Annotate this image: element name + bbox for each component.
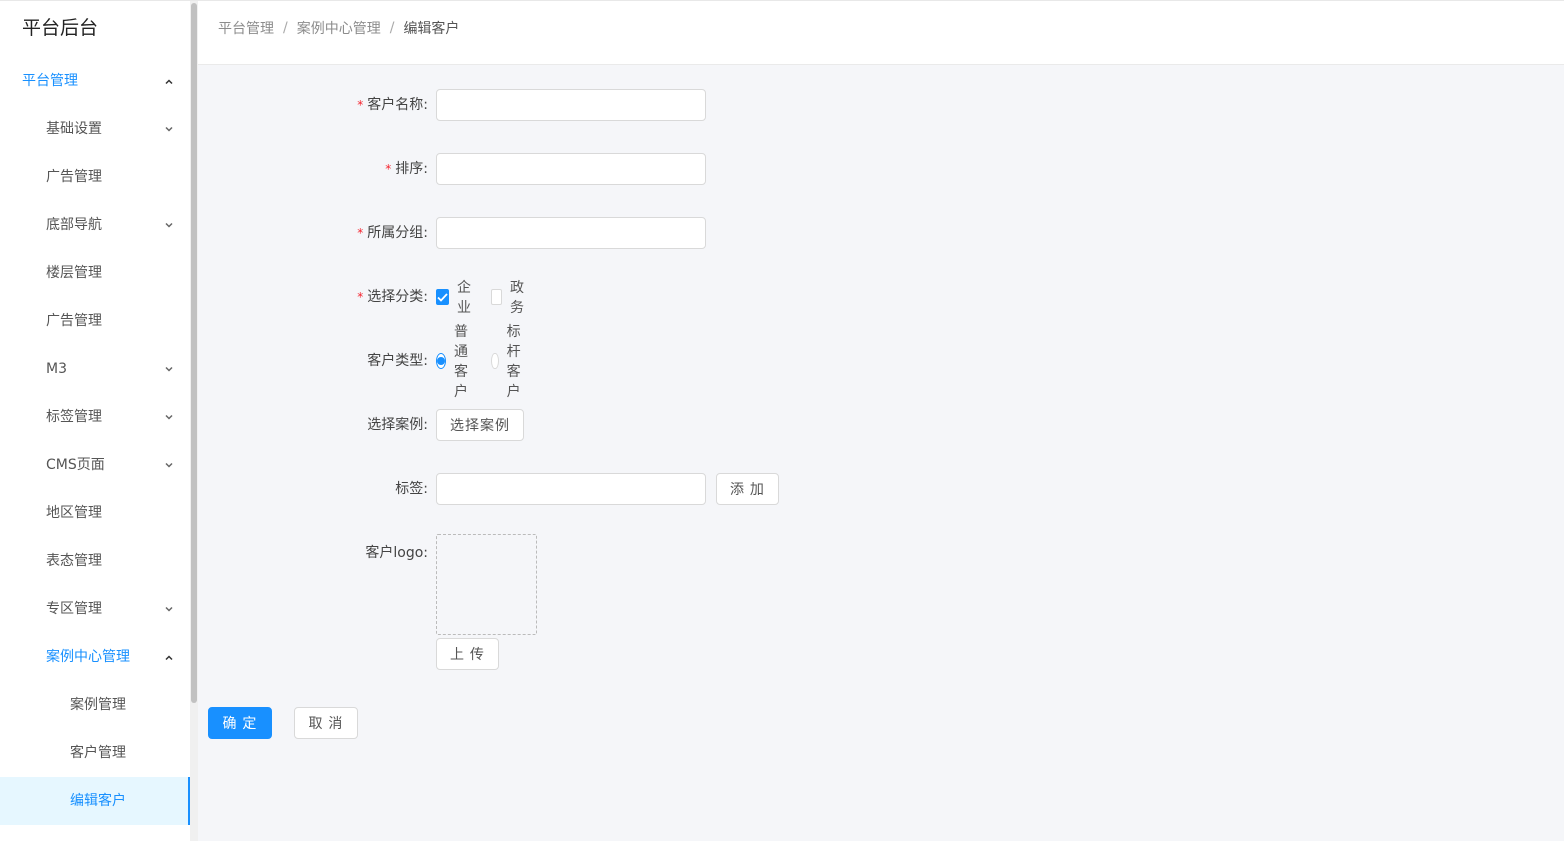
sidebar-item-label: 案例管理 [70,697,126,713]
category-option-enterprise-label[interactable]: 企业 [457,277,475,317]
cancel-button[interactable]: 取 消 [294,707,358,739]
sidebar-item-label: 广告管理 [46,169,102,185]
chevron-up-icon [164,633,174,681]
sidebar: 平台后台 平台管理 基础设置 广告管理 底部导航 楼层管理 广告管理 M3 标签管理 CMS页面… [0,0,198,841]
sidebar-item-label: 地区管理 [46,505,102,521]
sidebar-item-label: M3 [46,361,67,377]
sidebar-item-2[interactable]: 广告管理 [0,153,198,201]
sidebar-item-12[interactable]: 案例中心管理 [0,633,198,681]
sidebar-item-label: 标签管理 [46,409,102,425]
group-input[interactable] [436,217,706,249]
sidebar-item-label: 广告管理 [46,313,102,329]
breadcrumb-item-case-center[interactable]: 案例中心管理 [297,18,381,38]
chevron-up-icon [164,57,174,105]
customer-type-radio-normal[interactable] [436,353,446,369]
sidebar-item-label: 楼层管理 [46,265,102,281]
category-label: * 选择分类: [357,289,428,305]
header: 平台管理 / 案例中心管理 / 编辑客户 [198,1,1564,65]
category-option-government-label[interactable]: 政务 [510,277,528,317]
chevron-down-icon [164,393,174,441]
sidebar-item-10[interactable]: 表态管理 [0,537,198,585]
chevron-down-icon [164,105,174,153]
sidebar-item-7[interactable]: 标签管理 [0,393,198,441]
chevron-down-icon [164,201,174,249]
breadcrumb: 平台管理 / 案例中心管理 / 编辑客户 [218,18,459,38]
sidebar-item-1[interactable]: 基础设置 [0,105,198,153]
main-content: 平台管理 / 案例中心管理 / 编辑客户 * 客户名称: * 排序: * 所属分组: … [198,0,1564,841]
customer-type-option-normal-label[interactable]: 普通客户 [454,321,475,401]
breadcrumb-separator: / [283,19,288,36]
group-label: * 所属分组: [357,225,428,241]
breadcrumb-separator: / [389,19,395,36]
upload-button[interactable]: 上 传 [436,638,499,670]
sidebar-item-13[interactable]: 案例管理 [0,681,198,729]
chevron-down-icon [164,585,174,633]
checkmark-icon [437,292,448,302]
sidebar-item-3[interactable]: 底部导航 [0,201,198,249]
breadcrumb-item-platform[interactable]: 平台管理 [218,18,274,38]
sidebar-item-9[interactable]: 地区管理 [0,489,198,537]
customer-type-label: 客户类型: [367,353,428,369]
sidebar-item-label: 基础设置 [46,121,102,137]
sidebar-item-14[interactable]: 客户管理 [0,729,198,777]
confirm-button[interactable]: 确 定 [208,707,272,739]
sidebar-item-8[interactable]: CMS页面 [0,441,198,489]
sidebar-item-4[interactable]: 楼层管理 [0,249,198,297]
sidebar-item-label: 表态管理 [46,553,102,569]
sidebar-menu: 平台管理 基础设置 广告管理 底部导航 楼层管理 广告管理 M3 标签管理 CMS页面 地区管理表… [0,57,198,841]
tags-label: 标签: [395,481,428,497]
sidebar-item-label: 底部导航 [46,217,102,233]
select-case-label: 选择案例: [367,417,428,433]
sidebar-item-label: CMS页面 [46,457,105,473]
sidebar-item-11[interactable]: 专区管理 [0,585,198,633]
sidebar-item-16[interactable]: 系统配置 [0,825,198,841]
logo-preview[interactable] [436,534,537,635]
sidebar-item-0[interactable]: 平台管理 [0,57,198,105]
add-tag-button[interactable]: 添 加 [716,473,779,505]
sidebar-item-label: 案例中心管理 [46,649,130,665]
sidebar-item-label: 平台管理 [22,73,78,89]
sidebar-item-15[interactable]: 编辑客户 [0,777,198,825]
app-title: 平台后台 [22,17,99,39]
customer-type-radio-benchmark[interactable] [491,353,499,369]
sidebar-item-label: 客户管理 [70,745,126,761]
sidebar-item-5[interactable]: 广告管理 [0,297,198,345]
sidebar-scrollbar-thumb[interactable] [191,3,197,703]
sidebar-item-label: 编辑客户 [70,793,126,809]
category-checkbox-government[interactable] [491,289,502,305]
chevron-down-icon [164,441,174,489]
chevron-down-icon [164,345,174,393]
tags-input[interactable] [436,473,706,505]
sort-label: * 排序: [385,161,428,177]
category-checkbox-enterprise[interactable] [436,289,449,305]
customer-type-option-benchmark-label[interactable]: 标杆客户 [507,321,528,401]
sidebar-item-6[interactable]: M3 [0,345,198,393]
breadcrumb-item-current: 编辑客户 [403,20,460,37]
sort-input[interactable] [436,153,706,185]
select-case-button[interactable]: 选择案例 [436,409,524,441]
logo-label: 客户logo: [365,545,428,561]
customer-name-label: * 客户名称: [357,97,428,113]
customer-name-input[interactable] [436,89,706,121]
sidebar-item-label: 专区管理 [46,601,102,617]
